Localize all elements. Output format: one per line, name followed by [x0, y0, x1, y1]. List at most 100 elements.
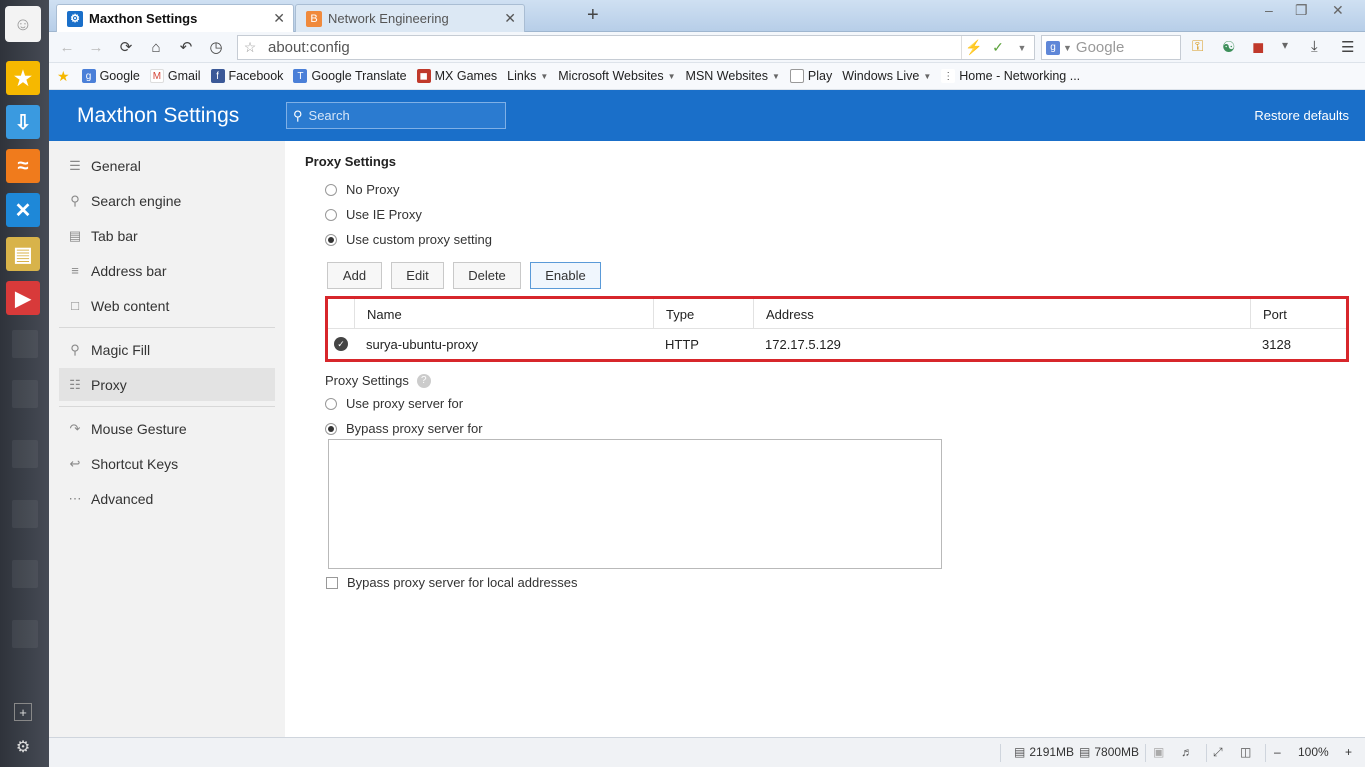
- address-bar[interactable]: ☆ about:config ⚡ ✓ ▼: [237, 35, 1035, 60]
- undo-close-icon[interactable]: ↶: [177, 38, 195, 56]
- close-window-button[interactable]: ✕: [1332, 2, 1344, 19]
- tab-maxthon-settings[interactable]: ⚙ Maxthon Settings ✕: [56, 4, 294, 32]
- bookmark-folder-links[interactable]: Links ▼: [507, 69, 548, 83]
- wand-icon: ⚲: [70, 341, 80, 357]
- settings-gear-icon[interactable]: ⚙: [14, 738, 32, 756]
- bypass-local-checkbox-row[interactable]: Bypass proxy server for local addresses: [326, 575, 577, 590]
- sidebar-item-proxy[interactable]: ☷ Proxy: [59, 368, 275, 401]
- games-icon[interactable]: ◼: [1252, 38, 1264, 56]
- sidebar-item-address-bar[interactable]: ≡ Address bar: [59, 254, 275, 287]
- zoom-out-button[interactable]: –: [1274, 745, 1281, 759]
- column-header-name[interactable]: Name: [354, 299, 653, 329]
- radio-use-proxy-for[interactable]: Use proxy server for: [325, 396, 463, 411]
- zoom-level[interactable]: 100%: [1298, 745, 1329, 759]
- download-icon[interactable]: ⤓: [1311, 38, 1318, 55]
- favorites-icon[interactable]: ★: [6, 61, 40, 95]
- restore-button[interactable]: ❐: [1295, 2, 1308, 19]
- lightning-icon[interactable]: ⚡: [962, 39, 986, 56]
- history-icon[interactable]: ◷: [207, 38, 225, 56]
- radio-button[interactable]: [325, 397, 337, 410]
- add-app-icon[interactable]: +: [14, 703, 32, 721]
- bookmark-home-networking[interactable]: ⋮ Home - Networking ...: [941, 69, 1080, 83]
- minimize-button[interactable]: –: [1265, 2, 1273, 18]
- radio-custom-proxy[interactable]: Use custom proxy setting: [325, 232, 492, 247]
- volume-icon[interactable]: ♬: [1181, 745, 1193, 759]
- radio-no-proxy[interactable]: No Proxy: [325, 182, 399, 197]
- help-icon[interactable]: ?: [416, 373, 431, 388]
- memory-indicator[interactable]: ▤ 2191MB: [1014, 745, 1074, 759]
- sidebar-item-tab-bar[interactable]: ▤ Tab bar: [59, 219, 275, 252]
- zoom-in-button[interactable]: +: [1345, 745, 1352, 759]
- key-icon[interactable]: ⚿: [1192, 38, 1203, 55]
- radio-button[interactable]: [325, 233, 337, 246]
- radio-bypass-proxy-for[interactable]: Bypass proxy server for: [325, 421, 483, 436]
- proxy-settings-subheading: Proxy Settings ?: [325, 373, 431, 388]
- sniffer-icon[interactable]: ✓: [986, 39, 1010, 56]
- games-icon[interactable]: ▶: [6, 281, 40, 315]
- tab-network-engineering[interactable]: B Network Engineering ✕: [295, 4, 525, 32]
- row-enabled-cell[interactable]: ✓: [328, 329, 354, 359]
- sidebar-item-general[interactable]: ☰ General: [59, 149, 275, 182]
- sidebar-item-magic-fill[interactable]: ⚲ Magic Fill: [59, 333, 275, 366]
- menu-dropdown-icon[interactable]: ▾: [1282, 38, 1288, 52]
- notes-icon[interactable]: ▤: [6, 237, 40, 271]
- edit-button[interactable]: Edit: [391, 262, 444, 289]
- settings-search-input[interactable]: ⚲ Search: [286, 102, 506, 129]
- delete-button[interactable]: Delete: [453, 262, 521, 289]
- sidebar-item-label: General: [91, 157, 141, 174]
- bypass-list-textarea[interactable]: [328, 439, 942, 569]
- maxthon-logo-icon[interactable]: ☺: [5, 6, 41, 42]
- bookmark-folder-windows-live[interactable]: Windows Live ▼: [842, 69, 931, 83]
- rss-icon[interactable]: ≈: [6, 149, 40, 183]
- home-icon[interactable]: ⌂: [147, 38, 165, 56]
- radio-button[interactable]: [325, 208, 337, 221]
- sidebar-item-advanced[interactable]: ⋯ Advanced: [59, 482, 275, 515]
- bypass-local-checkbox[interactable]: [326, 576, 338, 589]
- facebook-icon: f: [210, 69, 225, 83]
- forward-icon[interactable]: →: [87, 38, 105, 56]
- split-view-icon[interactable]: ◫: [1240, 745, 1251, 759]
- enable-button[interactable]: Enable: [530, 262, 601, 289]
- column-header-type[interactable]: Type: [653, 299, 753, 329]
- web-search-box[interactable]: g ▼ Google: [1041, 35, 1181, 60]
- bookmark-folder-msn[interactable]: MSN Websites ▼: [686, 69, 780, 83]
- radio-button[interactable]: [325, 422, 337, 435]
- column-header-port[interactable]: Port: [1250, 299, 1346, 329]
- bookmark-google-translate[interactable]: T Google Translate: [293, 69, 407, 83]
- sidebar-item-search-engine[interactable]: ⚲ Search engine: [59, 184, 275, 217]
- ellipsis-icon: ⋯: [68, 490, 82, 506]
- sync-icon[interactable]: ☯: [1222, 38, 1235, 56]
- favorites-star-icon[interactable]: ★: [57, 68, 70, 85]
- bookmark-star-icon[interactable]: ☆: [238, 39, 262, 56]
- new-tab-button[interactable]: +: [587, 4, 599, 27]
- restore-defaults-button[interactable]: Restore defaults: [1254, 108, 1349, 123]
- ram-indicator[interactable]: ▤ 7800MB: [1079, 745, 1139, 759]
- bookmark-folder-microsoft[interactable]: Microsoft Websites ▼: [558, 69, 675, 83]
- download-icon[interactable]: ⇩: [6, 105, 40, 139]
- hamburger-menu-icon[interactable]: ☰: [1341, 38, 1354, 56]
- bookmark-google[interactable]: g Google: [81, 69, 140, 83]
- bookmark-gmail[interactable]: M Gmail: [149, 69, 201, 83]
- screenshot-icon[interactable]: ▣: [1153, 745, 1164, 759]
- radio-use-ie-proxy[interactable]: Use IE Proxy: [325, 207, 422, 222]
- fullscreen-icon[interactable]: ⤢: [1213, 745, 1223, 760]
- bookmark-facebook[interactable]: f Facebook: [210, 69, 283, 83]
- url-text[interactable]: about:config: [268, 39, 350, 56]
- radio-button[interactable]: [325, 183, 337, 196]
- table-row[interactable]: ✓ surya-ubuntu-proxy HTTP 172.17.5.129 3…: [328, 329, 1346, 359]
- back-icon[interactable]: ←: [58, 38, 76, 56]
- close-tab-icon[interactable]: ✕: [273, 10, 285, 27]
- chevron-down-icon[interactable]: ▼: [1010, 43, 1034, 53]
- bookmark-mx-games[interactable]: ◼ MX Games: [416, 69, 497, 83]
- tools-icon[interactable]: ✕: [6, 193, 40, 227]
- chevron-down-icon[interactable]: ▼: [1063, 43, 1072, 53]
- column-header-address[interactable]: Address: [753, 299, 1250, 329]
- close-tab-icon[interactable]: ✕: [504, 10, 516, 27]
- refresh-icon[interactable]: ⟳: [117, 38, 135, 56]
- add-button[interactable]: Add: [327, 262, 382, 289]
- sidebar-item-web-content[interactable]: □ Web content: [59, 289, 275, 322]
- sidebar-item-mouse-gesture[interactable]: ↷ Mouse Gesture: [59, 412, 275, 445]
- bookmark-play[interactable]: Play: [789, 69, 832, 83]
- status-divider: [1206, 744, 1207, 762]
- sidebar-item-shortcut-keys[interactable]: ↩ Shortcut Keys: [59, 447, 275, 480]
